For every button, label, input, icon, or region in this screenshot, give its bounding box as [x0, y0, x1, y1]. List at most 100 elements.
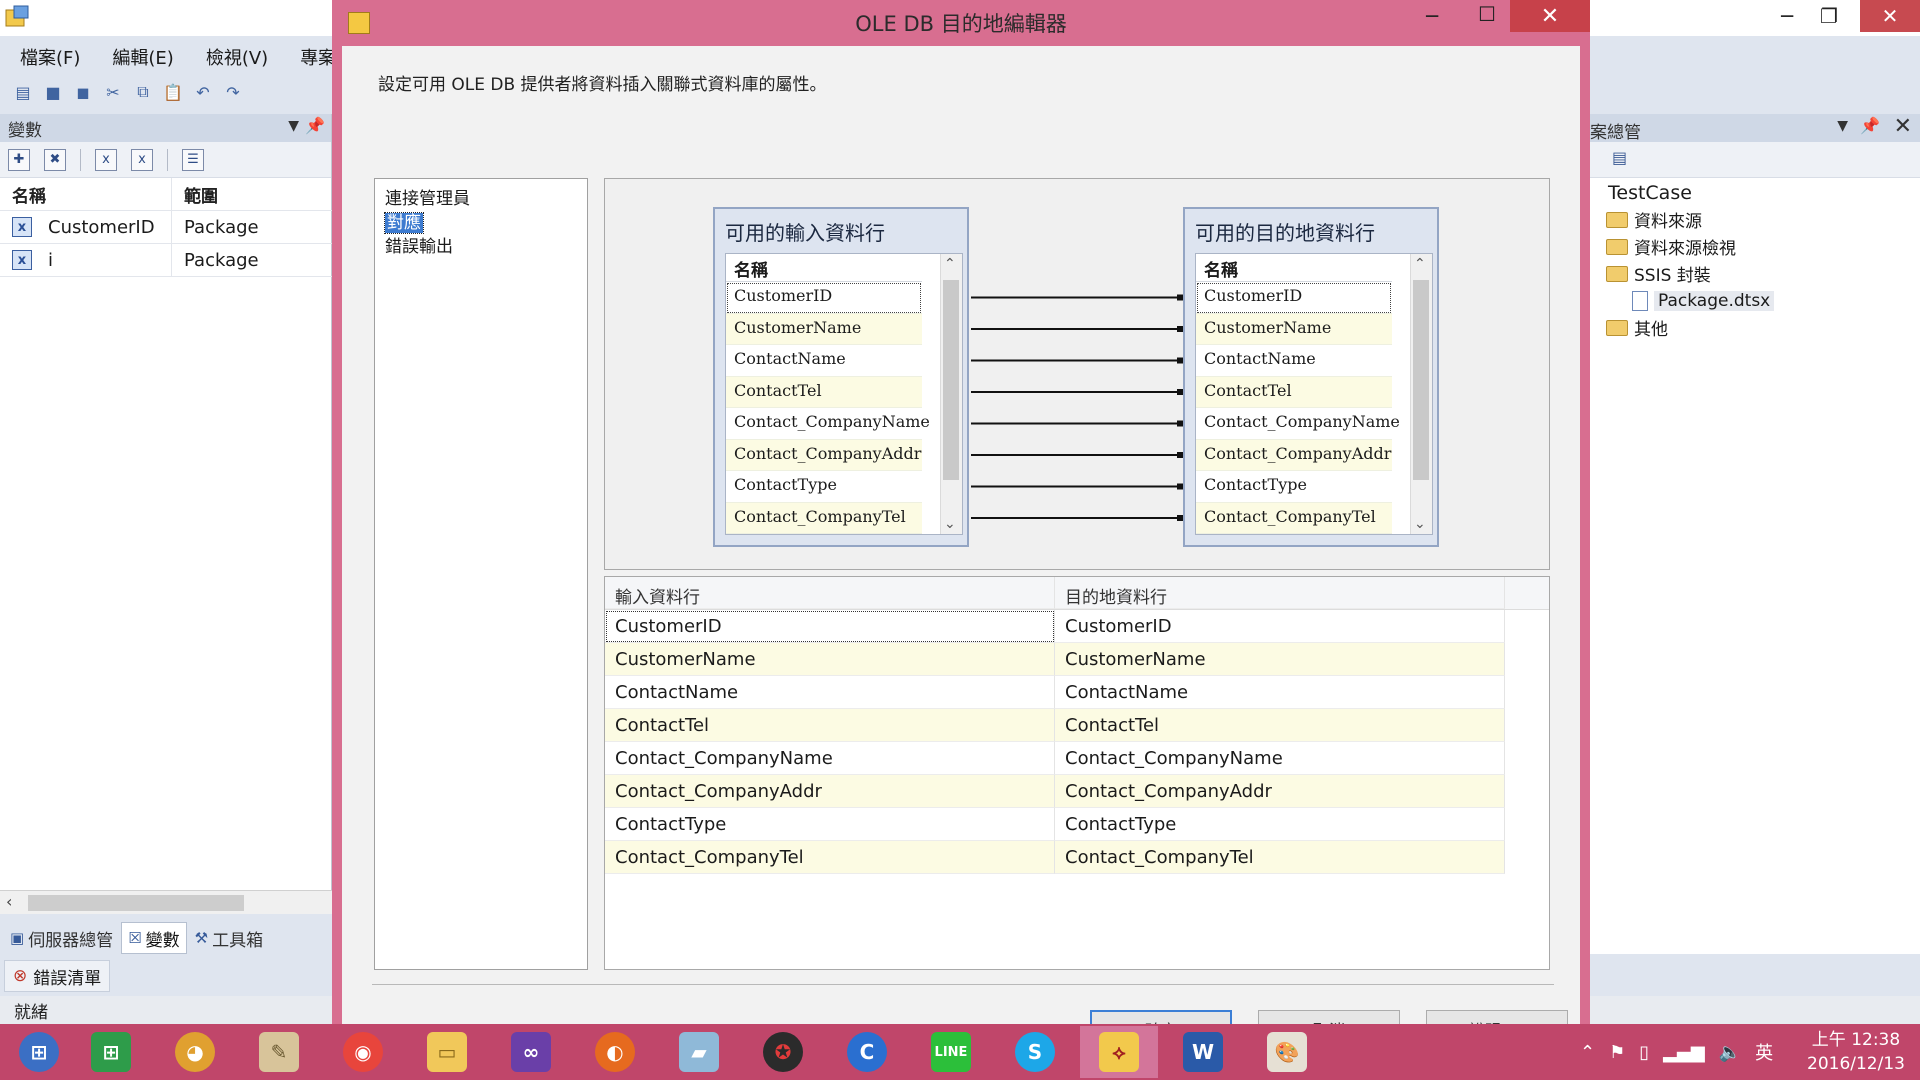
taskbar-word[interactable]: W — [1164, 1026, 1242, 1078]
taskbar-line[interactable]: LINE — [912, 1026, 990, 1078]
destination-column-item[interactable]: ContactName — [1196, 345, 1392, 377]
volume-icon[interactable]: 🔈 — [1719, 1042, 1741, 1063]
menu-file[interactable]: 檔案(F) — [0, 40, 92, 70]
input-column-item[interactable]: ContactType — [726, 471, 922, 503]
move-variable-icon[interactable]: x — [95, 148, 117, 171]
redo-icon[interactable]: ↷ — [222, 81, 244, 103]
column-header-name[interactable]: 名稱 — [0, 178, 172, 210]
new-project-icon[interactable]: ▤ — [12, 81, 34, 103]
dialog-maximize-button[interactable]: ☐ — [1478, 2, 1496, 26]
input-column-cell[interactable]: ContactName — [605, 676, 1055, 709]
cut-icon[interactable]: ✂ — [102, 81, 124, 103]
taskbar-file-explorer[interactable]: ▭ — [408, 1026, 486, 1078]
destination-column-item[interactable]: Contact_CompanyTel — [1196, 502, 1392, 534]
table-row[interactable]: ContactName ContactName — [605, 676, 1549, 709]
taskbar-clock[interactable]: 上午 12:38 2016/12/13 — [1806, 1028, 1906, 1076]
paste-icon[interactable]: 📋 — [162, 81, 184, 103]
input-column-item[interactable]: ContactName — [726, 345, 922, 377]
tab-variables[interactable]: ☒ 變數 — [121, 922, 187, 954]
table-row[interactable]: CustomerName CustomerName — [605, 643, 1549, 676]
properties-icon[interactable]: ▤ — [1612, 148, 1627, 167]
input-column-cell[interactable]: Contact_CompanyTel — [605, 841, 1055, 874]
destination-column-cell[interactable]: Contact_CompanyAddr — [1055, 775, 1505, 808]
input-column-item[interactable]: Contact_CompanyName — [726, 408, 930, 440]
taskbar-notes[interactable]: ✎ — [240, 1026, 318, 1078]
nav-connection-manager[interactable]: 連接管理員 — [385, 187, 577, 211]
table-row[interactable]: x i Package — [0, 244, 332, 277]
dialog-close-button[interactable]: ✕ — [1510, 0, 1590, 32]
column-header-scope[interactable]: 範圍 — [172, 182, 218, 207]
input-column-item[interactable]: CustomerID — [726, 282, 922, 314]
taskbar-chrome[interactable]: ◉ — [324, 1026, 402, 1078]
save-icon[interactable]: ■ — [42, 81, 64, 103]
flag-icon[interactable]: ⚑ — [1609, 1042, 1625, 1063]
network-icon[interactable]: ▂▄▆ — [1663, 1042, 1705, 1063]
start-button[interactable]: ⊞ — [0, 1026, 78, 1078]
tree-root-project[interactable]: TestCase — [1590, 178, 1920, 206]
vertical-scrollbar[interactable]: ⌃ ⌄ — [1410, 254, 1432, 534]
taskbar-store[interactable]: ⊞ — [72, 1026, 150, 1078]
input-column-cell[interactable]: Contact_CompanyName — [605, 742, 1055, 775]
input-column-item[interactable]: ContactTel — [726, 376, 922, 408]
destination-column-item[interactable]: ContactType — [1196, 471, 1392, 503]
copy-icon[interactable]: ⧉ — [132, 81, 154, 103]
scroll-down-icon[interactable]: ⌄ — [1414, 516, 1426, 532]
save-all-icon[interactable]: ◼ — [72, 81, 94, 103]
taskbar-visual-studio[interactable]: ∞ — [492, 1026, 570, 1078]
taskbar-paint[interactable]: 🎨 — [1248, 1026, 1326, 1078]
input-column-item[interactable]: Contact_CompanyAddr — [726, 439, 922, 471]
table-row[interactable]: ContactTel ContactTel — [605, 709, 1549, 742]
destination-column-cell[interactable]: Contact_CompanyName — [1055, 742, 1505, 775]
panel-dropdown-icon[interactable]: ▼ — [1837, 118, 1848, 134]
column-header-destination[interactable]: 目的地資料行 — [1055, 577, 1505, 609]
tab-server-explorer[interactable]: ▣ 伺服器總管 — [4, 922, 120, 954]
delete-variable-icon[interactable]: ✖ — [44, 148, 66, 171]
taskbar-firefox[interactable]: ◐ — [576, 1026, 654, 1078]
taskbar-app-red[interactable]: ✪ — [744, 1026, 822, 1078]
scrollbar-thumb[interactable] — [1413, 280, 1429, 480]
destination-column-cell[interactable]: Contact_CompanyTel — [1055, 841, 1505, 874]
scrollbar-thumb[interactable] — [28, 895, 244, 911]
taskbar-ccleaner[interactable]: C — [828, 1026, 906, 1078]
destination-column-item[interactable]: CustomerID — [1196, 282, 1392, 314]
horizontal-scrollbar[interactable]: ‹ — [0, 890, 332, 914]
scroll-up-icon[interactable]: ⌃ — [944, 256, 956, 272]
destination-column-item[interactable]: Contact_CompanyName — [1196, 408, 1400, 440]
table-row[interactable]: Contact_CompanyTel Contact_CompanyTel — [605, 841, 1549, 874]
destination-column-cell[interactable]: CustomerID — [1055, 610, 1505, 643]
destination-column-cell[interactable]: ContactType — [1055, 808, 1505, 841]
pin-icon[interactable]: 📌 — [305, 116, 325, 135]
taskbar-ssdt[interactable]: ⟡ — [1080, 1026, 1158, 1078]
table-row[interactable]: Contact_CompanyAddr Contact_CompanyAddr — [605, 775, 1549, 808]
dialog-minimize-button[interactable]: ─ — [1426, 4, 1438, 28]
ide-close-button[interactable]: ✕ — [1860, 0, 1920, 32]
input-column-item[interactable]: CustomerName — [726, 313, 922, 345]
destination-column-item[interactable]: Contact_CompanyAddr — [1196, 439, 1392, 471]
add-variable-icon[interactable]: ✚ — [8, 148, 30, 171]
menu-view[interactable]: 檢視(V) — [186, 40, 280, 70]
tab-error-list[interactable]: ⊗ 錯誤清單 — [4, 960, 111, 992]
undo-icon[interactable]: ↶ — [192, 81, 214, 103]
tree-item-misc[interactable]: 其他 — [1590, 314, 1920, 341]
taskbar-sql-tool[interactable]: ▰ — [660, 1026, 738, 1078]
table-row[interactable]: x CustomerID Package — [0, 211, 332, 244]
menu-edit[interactable]: 編輯(E) — [92, 40, 185, 70]
tab-toolbox[interactable]: ⚒ 工具箱 — [188, 922, 270, 954]
close-icon[interactable]: ✕ — [1894, 114, 1912, 139]
column-header-input[interactable]: 輸入資料行 — [605, 577, 1055, 609]
panel-dropdown-icon[interactable]: ▼ — [288, 118, 299, 134]
destination-column-item[interactable]: CustomerName — [1196, 313, 1392, 345]
table-row[interactable]: ContactType ContactType — [605, 808, 1549, 841]
scroll-down-icon[interactable]: ⌄ — [944, 516, 956, 532]
input-column-cell[interactable]: CustomerName — [605, 643, 1055, 676]
taskbar-picasa[interactable]: ◕ — [156, 1026, 234, 1078]
scroll-up-icon[interactable]: ⌃ — [1414, 256, 1426, 272]
vertical-scrollbar[interactable]: ⌃ ⌄ — [940, 254, 962, 534]
show-hidden-icons-icon[interactable]: ⌃ — [1580, 1042, 1595, 1063]
nav-error-output[interactable]: 錯誤輸出 — [385, 235, 577, 259]
power-icon[interactable]: ▯ — [1639, 1042, 1649, 1063]
grid-options-icon[interactable]: ☰ — [182, 148, 204, 171]
input-column-cell[interactable]: CustomerID — [605, 610, 1055, 643]
input-column-cell[interactable]: ContactType — [605, 808, 1055, 841]
tree-item-data-source-views[interactable]: 資料來源檢視 — [1590, 233, 1920, 260]
